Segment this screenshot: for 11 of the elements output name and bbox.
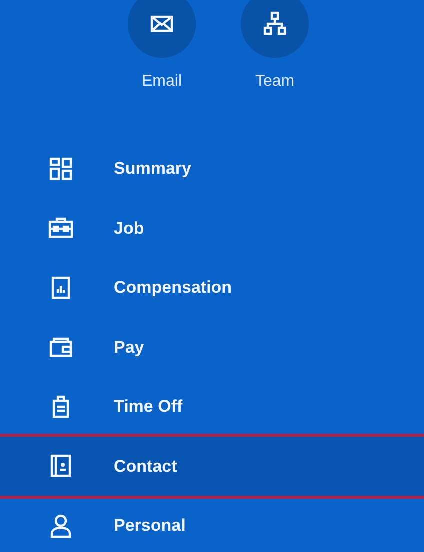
menu-item[interactable]: Personal — [0, 496, 424, 552]
org-chart-icon — [262, 11, 288, 37]
person-icon — [48, 512, 74, 539]
dashboard-icon — [48, 156, 74, 182]
menu-item[interactable]: Job — [0, 198, 424, 258]
menu-item[interactable]: Summary — [0, 139, 424, 198]
contact-book-icon — [48, 453, 74, 480]
menu-item[interactable]: Contact — [0, 436, 424, 496]
menu-item[interactable]: Pay — [0, 318, 424, 377]
menu-item[interactable]: Compensation — [0, 258, 424, 318]
menu-item[interactable]: Time Off — [0, 377, 424, 436]
